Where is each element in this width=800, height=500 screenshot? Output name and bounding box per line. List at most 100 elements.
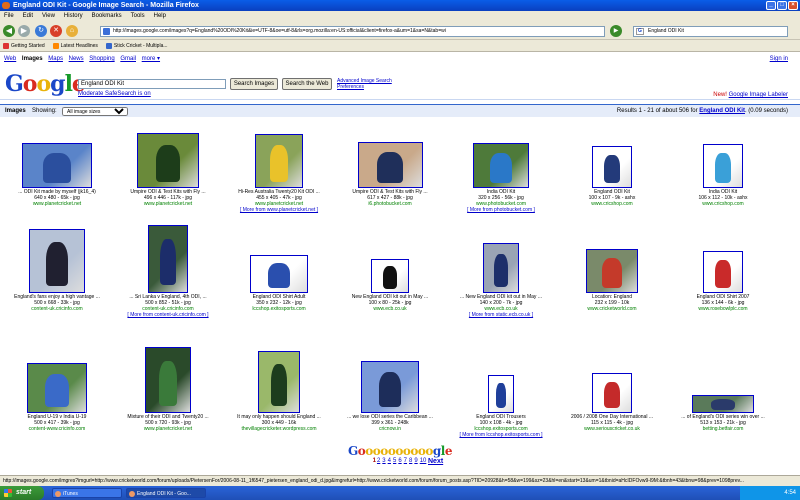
more-from-link[interactable]: [ More from static.ecb.co.uk ] — [469, 312, 533, 318]
window-title: England ODI Kit - Google Image Search - … — [13, 2, 199, 9]
page-link-3[interactable]: 3 — [382, 458, 385, 464]
close-button[interactable]: × — [788, 1, 798, 10]
more-from-link[interactable]: [ More from content-uk.cricinfo.com ] — [127, 312, 208, 318]
reload-button[interactable]: ↻ — [35, 25, 47, 37]
result-thumbnail[interactable] — [255, 134, 303, 188]
task-firefox[interactable]: England ODI Kit - Goo... — [126, 488, 206, 498]
query-input[interactable]: England ODI Kit — [78, 79, 226, 89]
minimize-button[interactable]: _ — [766, 1, 776, 10]
pagination: Goooooooooogle 12 3 4 5 6 7 8 9 10 — [330, 445, 470, 465]
result-site: www.cricshop.com — [702, 201, 744, 207]
pager-letter: o — [410, 444, 418, 458]
menu-edit[interactable]: Edit — [23, 11, 33, 22]
result-thumbnail[interactable] — [145, 347, 191, 413]
system-tray: 4:54 — [740, 486, 800, 500]
google-logo[interactable]: Google — [5, 72, 86, 96]
result-caption: England ODI Trousers 100 x 108 - 4k - jpg… — [446, 414, 556, 438]
maximize-button[interactable]: □ — [777, 1, 787, 10]
page-link-6[interactable]: 6 — [398, 458, 401, 464]
result-caption: ... of England's ODI series win over ...… — [668, 414, 778, 432]
result-thumbnail[interactable] — [137, 133, 199, 188]
result-site: www.ecb.co.uk — [373, 306, 407, 312]
result-thumbnail[interactable] — [357, 142, 423, 188]
result-thumbnail[interactable] — [586, 249, 638, 293]
home-button[interactable]: ⌂ — [66, 25, 78, 37]
menu-file[interactable]: File — [4, 11, 14, 22]
page-link-9[interactable]: 9 — [414, 458, 417, 464]
bookmark-icon — [3, 42, 9, 49]
forward-button[interactable]: ▶ — [18, 25, 30, 37]
bookmark-getting-started[interactable]: Getting Started — [3, 40, 45, 52]
result-caption: ... we lose ODI series the Caribbean ...… — [335, 414, 445, 432]
result-site: www.rosebowlplc.com — [698, 306, 748, 312]
page-link-1: 1 — [372, 458, 376, 464]
result-caption: England ODI Kit 100 x 107 - 9k - ashx www.… — [557, 189, 667, 207]
result-thumbnail[interactable] — [703, 251, 743, 293]
gbar-gmail[interactable]: Gmail — [120, 56, 136, 62]
search-web-button[interactable]: Search the Web — [282, 78, 332, 90]
start-button[interactable]: start — [0, 486, 44, 500]
result-thumbnail[interactable] — [692, 395, 754, 413]
pager-letter: o — [380, 444, 388, 458]
result-thumbnail[interactable] — [22, 143, 92, 188]
result-site: www.planetcricket.net — [143, 426, 193, 432]
gbar-news[interactable]: News — [69, 56, 84, 62]
image-size-select[interactable]: All image sizes — [62, 107, 128, 116]
address-bar[interactable]: http://images.google.com/images?q=Englan… — [100, 26, 605, 37]
result-thumbnail[interactable] — [258, 351, 300, 413]
bookmark-latest-headlines[interactable]: Latest Headlines — [52, 40, 98, 52]
page-link-5[interactable]: 5 — [393, 458, 396, 464]
result-thumbnail[interactable] — [483, 243, 519, 293]
menu-bookmarks[interactable]: Bookmarks — [92, 11, 122, 22]
google-search-engine-icon: G — [636, 28, 644, 35]
search-box[interactable]: G England ODI Kit — [633, 26, 788, 37]
result-thumbnail[interactable] — [148, 225, 188, 293]
result-thumbnail[interactable] — [592, 146, 632, 188]
page-link-10[interactable]: 10 — [420, 458, 427, 464]
result-thumbnail[interactable] — [371, 259, 409, 293]
result-site: www.cricketworld.com — [587, 306, 637, 312]
next-page-link[interactable]: Next — [428, 458, 443, 465]
menu-history[interactable]: History — [64, 11, 83, 22]
menu-tools[interactable]: Tools — [131, 11, 145, 22]
task-itunes[interactable]: iTunes — [52, 488, 122, 498]
query-link[interactable]: England ODI Kit — [699, 108, 745, 114]
more-from-link[interactable]: [ More from lccshop.exitosports.com ] — [459, 432, 542, 438]
back-button[interactable]: ◀ — [3, 25, 15, 37]
menu-help[interactable]: Help — [154, 11, 166, 22]
image-labeler-link[interactable]: Google Image Labeler — [729, 92, 788, 98]
menu-view[interactable]: View — [42, 11, 55, 22]
title-bar: England ODI Kit - Google Image Search - … — [0, 0, 800, 11]
result-thumbnail[interactable] — [488, 375, 514, 413]
page-link-4[interactable]: 4 — [388, 458, 391, 464]
advanced-links: Advanced Image Search Preferences — [337, 78, 392, 90]
gbar-maps[interactable]: Maps — [48, 56, 63, 62]
result-thumbnail[interactable] — [29, 229, 85, 293]
stop-button[interactable]: ✕ — [50, 25, 62, 37]
go-button[interactable]: ▶ — [610, 25, 622, 37]
sign-in-link[interactable]: Sign in — [770, 54, 788, 65]
result-thumbnail[interactable] — [361, 361, 419, 413]
result-site: www.planetcricket.net — [32, 201, 82, 207]
more-from-link[interactable]: [ More from photobucket.com ] — [467, 207, 535, 213]
bookmark-stick-cricket[interactable]: Stick Cricket - Multipla... — [105, 40, 168, 52]
result-thumbnail[interactable] — [473, 143, 529, 188]
more-from-link[interactable]: [ More from www.planetcricket.net ] — [240, 207, 318, 213]
result-site: www.cricshop.com — [591, 201, 633, 207]
result-caption: ... Sri Lanka v England, 4th ODI, ... 500… — [113, 294, 223, 318]
result-thumbnail[interactable] — [592, 373, 632, 413]
page-link-7[interactable]: 7 — [404, 458, 407, 464]
result-thumbnail[interactable] — [27, 363, 87, 413]
gbar-web[interactable]: Web — [4, 56, 16, 62]
page-link-2[interactable]: 2 — [377, 458, 380, 464]
search-images-button[interactable]: Search Images — [230, 78, 278, 90]
gbar-more[interactable]: more ▾ — [142, 56, 160, 62]
page-numbers: 12 3 4 5 6 7 8 9 10 — [330, 457, 470, 465]
page-link-8[interactable]: 8 — [409, 458, 412, 464]
gbar-shopping[interactable]: Shopping — [89, 56, 114, 62]
new-badge: New! — [713, 92, 727, 98]
safesearch-link[interactable]: Moderate SafeSearch is on — [78, 91, 151, 97]
result-thumbnail[interactable] — [703, 144, 743, 188]
preferences-link[interactable]: Preferences — [337, 84, 392, 90]
result-thumbnail[interactable] — [250, 255, 308, 293]
